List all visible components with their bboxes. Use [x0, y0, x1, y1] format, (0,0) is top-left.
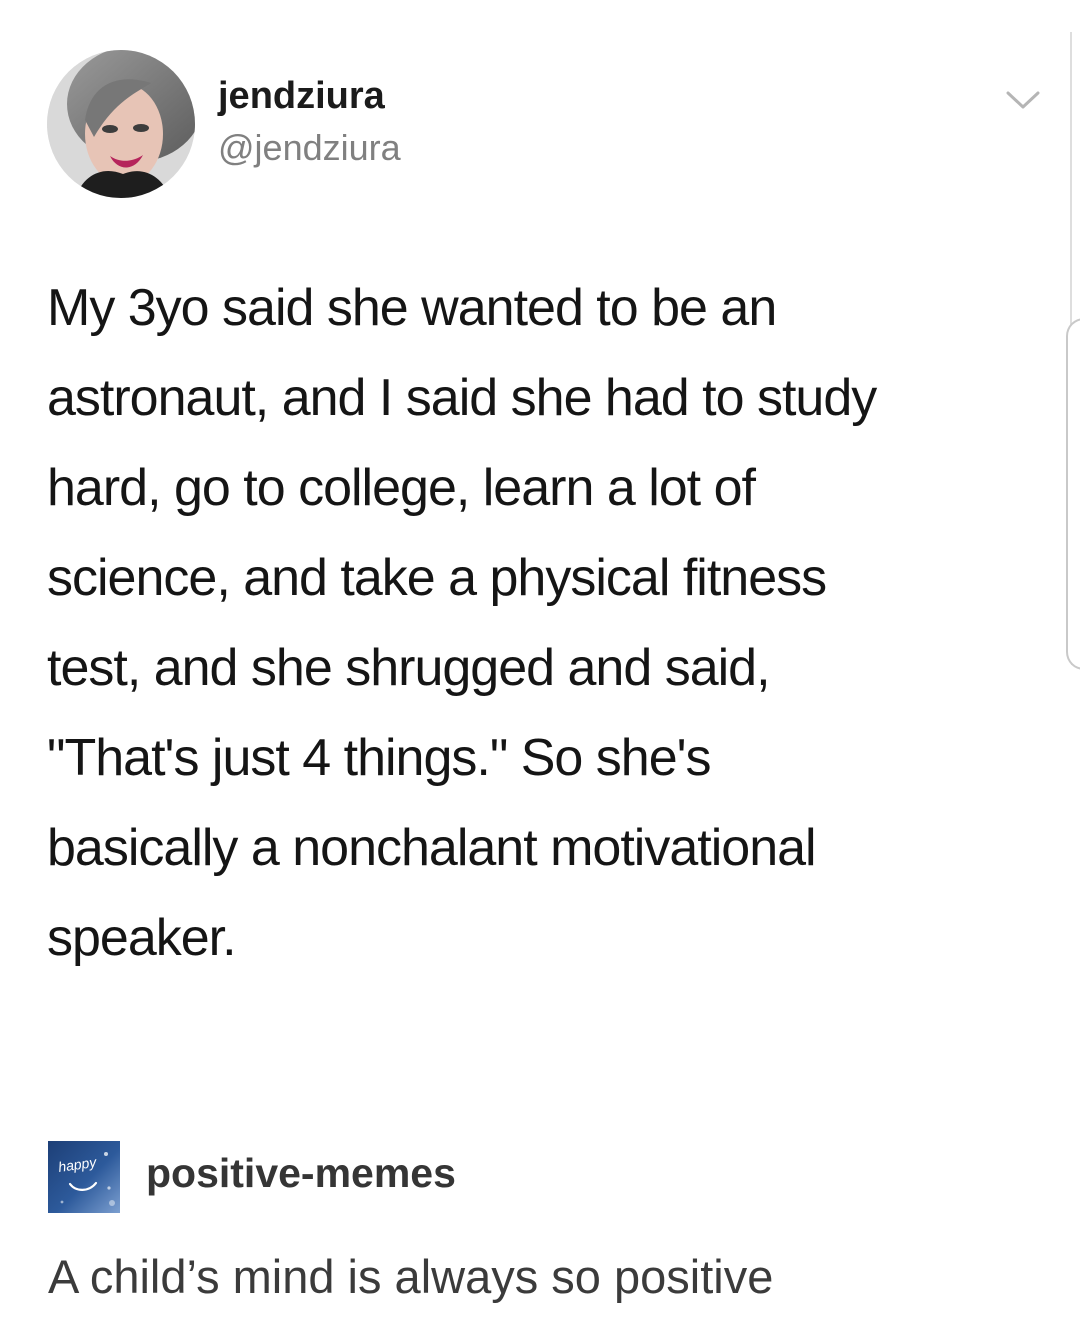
avatar[interactable]: [47, 50, 195, 198]
tweet-card: jendziura @jendziura My 3yo said she wan…: [0, 0, 1080, 1090]
tweet-text: My 3yo said she wanted to be an astronau…: [47, 279, 877, 967]
blog-name[interactable]: positive-memes: [146, 1149, 456, 1197]
chevron-down-icon[interactable]: [1002, 86, 1044, 114]
display-name[interactable]: jendziura: [218, 74, 385, 118]
user-handle[interactable]: @jendziura: [218, 127, 401, 169]
happy-blog-icon[interactable]: happy: [48, 1141, 120, 1213]
post-caption: A child’s mind is always so positive: [48, 1250, 774, 1303]
scroll-handle[interactable]: [1066, 318, 1080, 670]
profile-photo: [47, 50, 195, 198]
